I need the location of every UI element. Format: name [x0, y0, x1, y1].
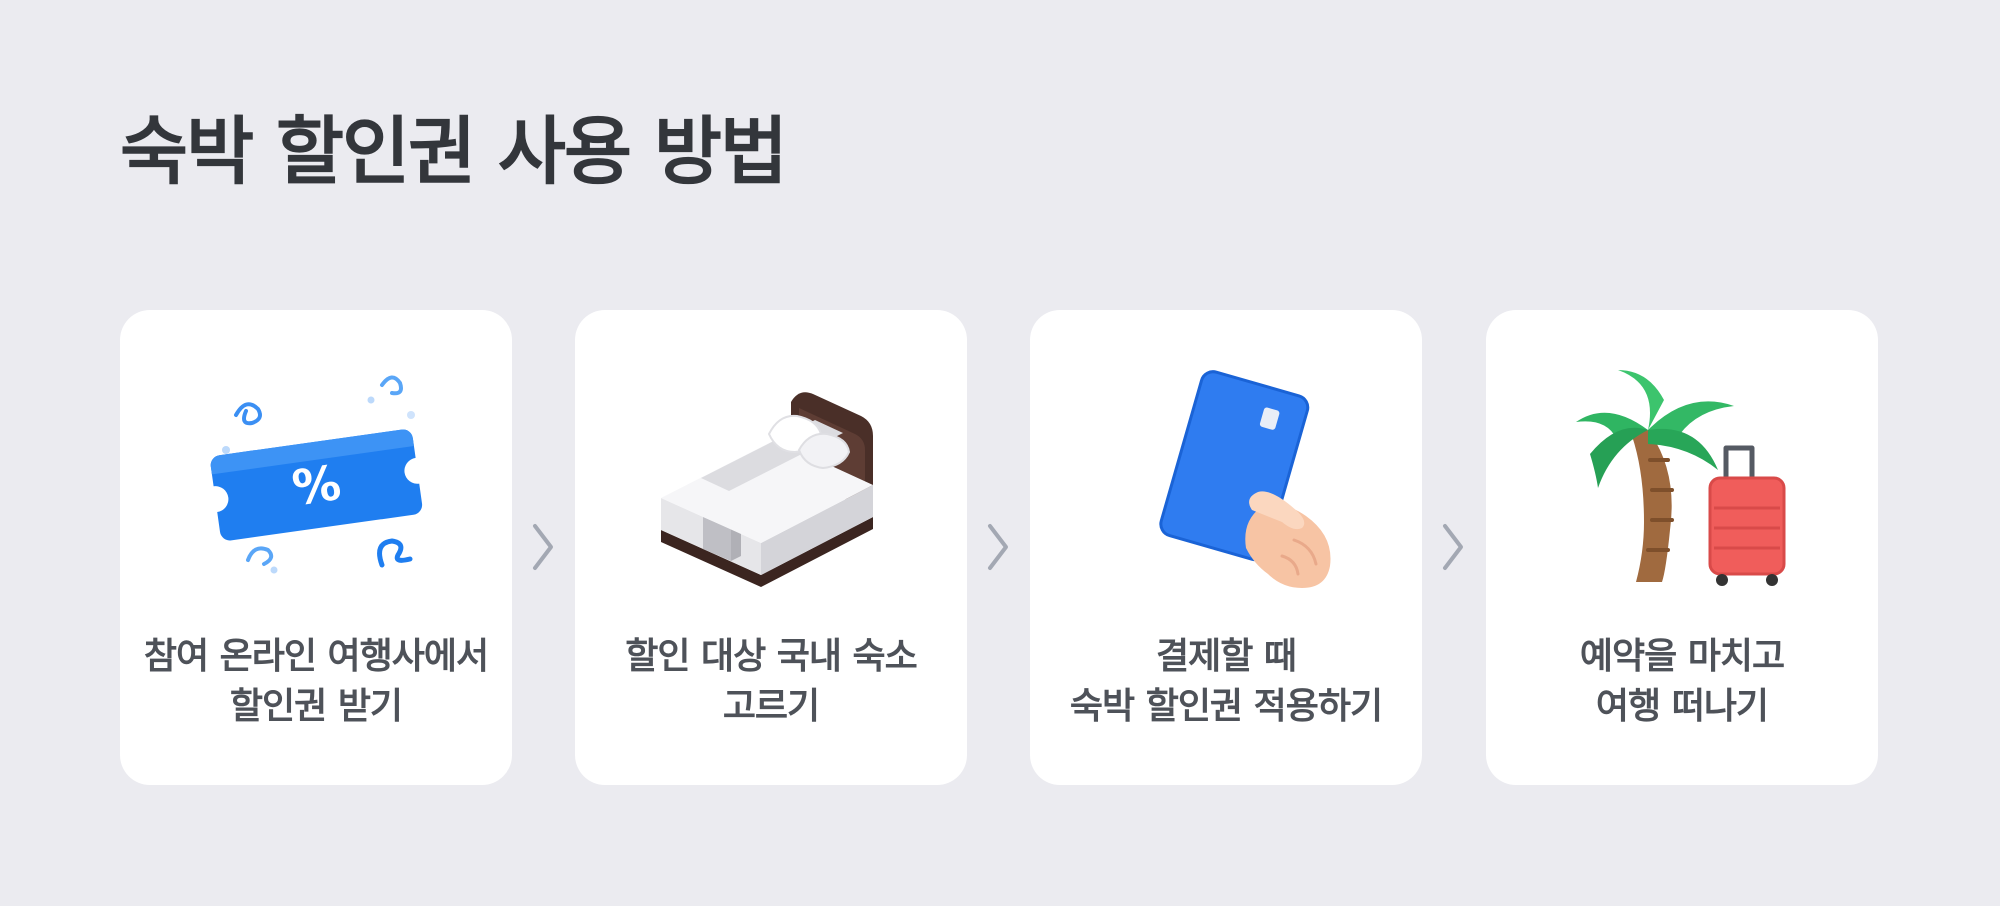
ticket: %: [210, 429, 423, 541]
chevron-right-icon: [988, 524, 1008, 570]
percent-symbol: %: [289, 455, 344, 517]
page-title: 숙박 할인권 사용 방법: [120, 109, 788, 195]
suitcase-wheel: [1716, 574, 1728, 586]
step-label-3: 결제할 때 숙박 할인권 적용하기: [1069, 636, 1383, 728]
confetti-dot: [407, 411, 415, 419]
confetti-swirl: [377, 538, 413, 568]
steps-list: % 참여 온라인 여행사에서 할인권 받기 할인 대상 국내 숙소 고르기 결제…: [120, 310, 1878, 785]
confetti-dot: [270, 566, 278, 574]
confetti-dot: [367, 396, 375, 404]
step-label-1: 참여 온라인 여행사에서 할인권 받기: [143, 636, 489, 728]
confetti-swirl: [246, 546, 274, 566]
chevron-right-icon: [533, 524, 553, 570]
palm-trunk: [1632, 430, 1672, 582]
suitcase: [1710, 478, 1784, 574]
suitcase-wheel: [1766, 574, 1778, 586]
step-card-1: % 참여 온라인 여행사에서 할인권 받기: [120, 310, 512, 785]
bed-icon: [661, 392, 873, 587]
step-card-3: 결제할 때 숙박 할인권 적용하기: [1030, 310, 1422, 785]
confetti-dot: [222, 446, 230, 454]
confetti-swirl: [234, 402, 262, 426]
step-label-2: 할인 대상 국내 숙소 고르기: [625, 636, 918, 728]
chevron-right-icon: [1443, 524, 1463, 570]
confetti-swirl: [380, 375, 403, 396]
card-in-hand-icon: [1159, 370, 1331, 588]
step-card-2: 할인 대상 국내 숙소 고르기: [575, 310, 967, 785]
step-label-4: 예약을 마치고 여행 떠나기: [1579, 636, 1785, 728]
step-card-4: 예약을 마치고 여행 떠나기: [1486, 310, 1878, 785]
palm-tree-suitcase-icon: [1576, 370, 1786, 586]
discount-ticket-icon: %: [210, 375, 423, 574]
